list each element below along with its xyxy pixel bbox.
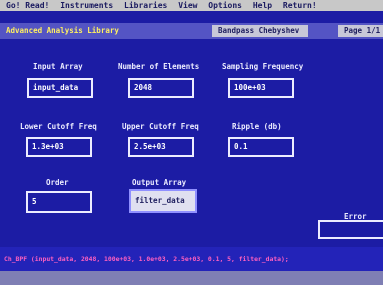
order-field[interactable]: 5 xyxy=(26,191,92,213)
upper-cutoff-label: Upper Cutoff Freq xyxy=(122,122,199,131)
input-array-field[interactable]: input_data xyxy=(27,78,93,98)
upper-cutoff-field[interactable]: 2.5e+03 xyxy=(128,137,194,157)
output-array-label: Output Array xyxy=(132,178,187,187)
lower-cutoff-field[interactable]: 1.3e+03 xyxy=(26,137,92,157)
menu-item-go-read[interactable]: Go! Read! xyxy=(6,0,49,11)
ripple-label: Ripple (db) xyxy=(232,122,282,131)
output-array-field[interactable]: filter_data xyxy=(129,189,197,213)
lower-cutoff-label: Lower Cutoff Freq xyxy=(20,122,97,131)
input-array-label: Input Array xyxy=(33,62,83,71)
menu-item-options[interactable]: Options xyxy=(208,0,242,11)
menu-item-help[interactable]: Help xyxy=(253,0,272,11)
menu-item-return[interactable]: Return! xyxy=(283,0,317,11)
generated-code-line: Ch_BPF (input_data, 2048, 100e+03, 1.0e+… xyxy=(0,247,383,271)
bottom-strip xyxy=(0,271,383,285)
number-of-elements-field[interactable]: 2048 xyxy=(128,78,194,98)
menu-item-view[interactable]: View xyxy=(178,0,197,11)
panel-title-bar: Advanced Analysis Library Bandpass Cheby… xyxy=(0,23,383,39)
error-field[interactable] xyxy=(318,220,383,239)
sampling-frequency-label: Sampling Frequency xyxy=(222,62,304,71)
menu-item-libraries[interactable]: Libraries xyxy=(124,0,167,11)
sampling-frequency-field[interactable]: 100e+03 xyxy=(228,78,294,98)
page-indicator: Page 1/1 xyxy=(338,25,383,37)
function-name-badge: Bandpass Chebyshev xyxy=(212,25,308,37)
library-title: Advanced Analysis Library xyxy=(6,26,119,35)
menu-bar: Go! Read! Instruments Libraries View Opt… xyxy=(0,0,383,11)
menu-item-instruments[interactable]: Instruments xyxy=(60,0,113,11)
ripple-field[interactable]: 0.1 xyxy=(228,137,294,157)
order-label: Order xyxy=(46,178,69,187)
number-of-elements-label: Number of Elements xyxy=(118,62,200,71)
